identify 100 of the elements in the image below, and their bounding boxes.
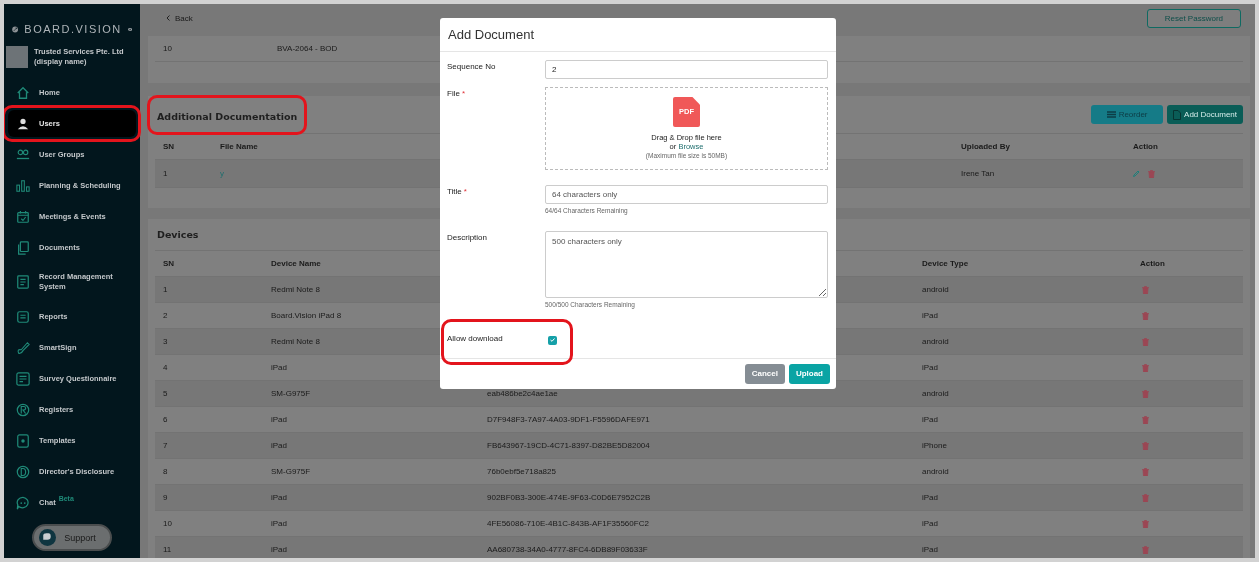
table-cell: eab486be2c4ae1ae	[487, 389, 558, 398]
table-cell: 10	[163, 44, 172, 53]
table-cell: iPad	[271, 415, 287, 424]
organization-avatar	[6, 46, 28, 68]
trash-icon[interactable]	[1142, 389, 1149, 398]
field-label: File	[447, 88, 460, 98]
table-cell: iPad	[922, 493, 938, 502]
required-mark: *	[461, 88, 465, 98]
column-header: Device Type	[922, 259, 969, 268]
table-cell: iPad	[271, 493, 287, 502]
list-icon	[1106, 111, 1116, 118]
table-cell: android	[922, 337, 949, 346]
chevron-left-icon	[166, 15, 170, 21]
description-field[interactable]: 500 characters only	[545, 230, 828, 298]
user-icon	[16, 116, 30, 131]
table-cell: iPad	[922, 545, 938, 554]
trash-icon[interactable]	[1142, 337, 1149, 346]
list-icon	[16, 309, 30, 324]
pencil-icon[interactable]	[1133, 170, 1140, 177]
field-label: Sequence No	[447, 61, 496, 71]
text-field[interactable]: 2	[545, 59, 828, 79]
table-cell: iPhone	[922, 441, 947, 450]
calendar-icon	[16, 209, 30, 224]
field-label: Description	[447, 232, 487, 242]
table-cell: iPad	[922, 363, 938, 372]
section-title: Additional Documentation	[157, 110, 298, 122]
table-cell: 6	[163, 415, 168, 424]
document-icon	[16, 275, 30, 289]
table-cell: SM-G975F	[271, 467, 311, 476]
table-cell: BVA-2064 - BOD	[277, 44, 338, 53]
table-cell: 3	[163, 337, 168, 346]
bar-chart-icon	[16, 178, 30, 193]
table-cell: FB643967-19CD-4C71-8397-D82BE5D82004	[487, 441, 650, 450]
table-cell: iPad	[922, 519, 938, 528]
table-cell: Redmi Note 8	[271, 285, 320, 294]
field-label: Title	[447, 186, 462, 196]
field-label: Allow download	[447, 333, 503, 343]
trash-icon[interactable]	[1142, 415, 1149, 424]
table-cell: iPad	[271, 545, 287, 554]
trash-icon[interactable]	[1148, 169, 1155, 178]
trash-icon[interactable]	[1142, 285, 1149, 294]
table-cell: Irene Tan	[961, 169, 995, 178]
section-title: Devices	[157, 229, 199, 240]
column-header: Uploaded By	[961, 142, 1010, 151]
form-icon	[16, 371, 30, 386]
table-cell: iPad	[271, 441, 287, 450]
table-cell: android	[922, 389, 949, 398]
table-cell: AA680738-34A0-4777-8FC4-6DB89F03633F	[487, 545, 648, 554]
column-header: SN	[163, 142, 175, 151]
table-cell: D7F948F3-7A97-4A03-9DF1-F5596DAFE971	[487, 415, 650, 424]
table-cell: 1	[163, 169, 168, 178]
required-mark: *	[463, 186, 467, 196]
eye-icon[interactable]	[127, 25, 132, 33]
table-cell: android	[922, 467, 949, 476]
table-cell: iPad	[922, 415, 938, 424]
chat-bubble-icon	[39, 529, 57, 546]
trash-icon[interactable]	[1142, 519, 1149, 528]
table-cell: 902BF0B3-300E-474E-9F63-C0D6E7952C2B	[487, 493, 651, 502]
column-header: Action	[1133, 142, 1158, 151]
table-cell: iPad	[271, 363, 287, 372]
trash-icon[interactable]	[1142, 467, 1149, 476]
column-header: Device Name	[271, 259, 321, 268]
dialog-title: Add Document	[448, 26, 534, 42]
table-cell: 9	[163, 493, 168, 502]
table-cell: iPad	[922, 311, 938, 320]
column-header: Action	[1140, 259, 1165, 268]
text-field[interactable]: 64 characters only	[545, 184, 828, 204]
chat-icon	[16, 495, 30, 510]
table-cell: 8	[163, 467, 168, 476]
circle-letter-icon	[16, 402, 30, 417]
table-cell: 4	[163, 363, 168, 372]
home-icon	[16, 85, 30, 100]
back-link[interactable]: Back	[166, 13, 193, 23]
table-cell: android	[922, 285, 949, 294]
table-cell: 7	[163, 441, 168, 450]
pen-icon	[16, 340, 30, 355]
table-cell: Redmi Note 8	[271, 337, 320, 346]
trash-icon[interactable]	[1142, 441, 1149, 450]
add-document-button[interactable]: Add Document	[1167, 105, 1243, 124]
table-cell: 11	[163, 545, 172, 554]
table-cell: 5	[163, 389, 168, 398]
brand-name: BOARD.VISION	[24, 23, 122, 35]
documents-icon	[16, 240, 30, 255]
column-header: SN	[163, 259, 175, 268]
trash-icon[interactable]	[1142, 311, 1149, 320]
checkbox[interactable]	[548, 335, 557, 345]
table-cell: 1	[163, 285, 168, 294]
trash-icon[interactable]	[1142, 363, 1149, 372]
table-cell: 10	[163, 519, 172, 528]
table-cell: iPad	[271, 519, 287, 528]
trash-icon[interactable]	[1142, 545, 1149, 554]
users-icon	[16, 147, 30, 162]
circle-letter-icon	[16, 464, 30, 479]
table-cell: SM-G975F	[271, 389, 311, 398]
table-cell: 76b0ebf5e718a825	[487, 467, 556, 476]
trash-icon[interactable]	[1142, 493, 1149, 502]
table-cell: 4FE56086-710E-4B1C-843B-AF1F35560FC2	[487, 519, 649, 528]
template-icon	[16, 433, 30, 448]
column-header: File Name	[220, 142, 258, 151]
table-cell: Board.Vision iPad 8	[271, 311, 342, 320]
